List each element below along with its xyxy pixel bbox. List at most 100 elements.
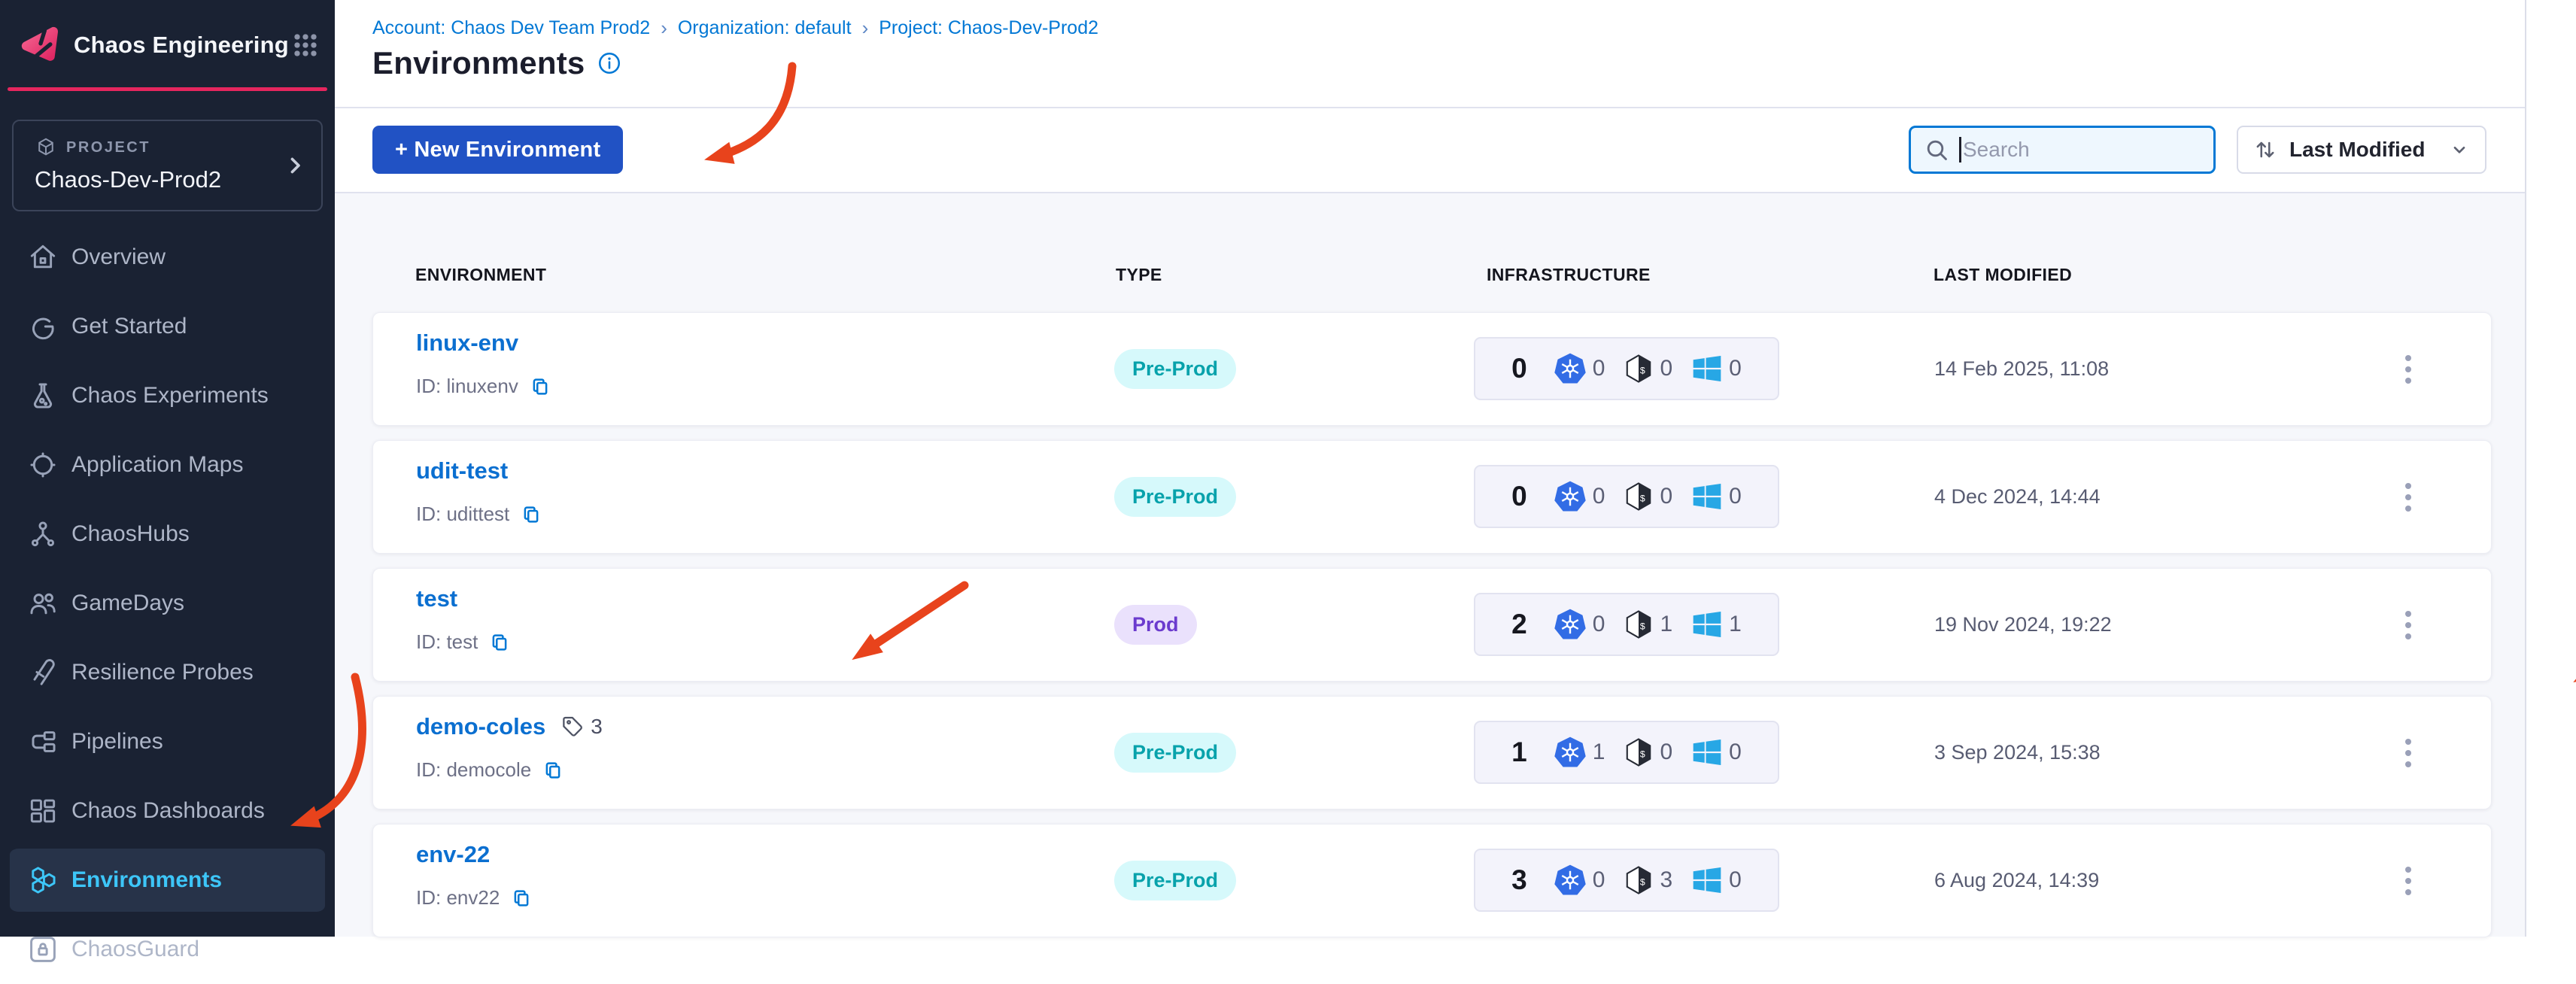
linux-vm-icon: $ [1623, 353, 1654, 384]
windows-icon [1690, 480, 1724, 513]
linux-vm-icon: $ [1623, 736, 1654, 768]
project-selector[interactable]: PROJECT Chaos-Dev-Prod2 [12, 120, 323, 211]
sidebar-item[interactable]: Chaos Experiments [10, 361, 325, 430]
kebab-menu-icon[interactable] [2393, 478, 2423, 517]
text-cursor [1959, 137, 1961, 162]
sidebar-item-label: GameDays [71, 591, 185, 615]
linux-vm-icon: $ [1623, 609, 1654, 640]
environment-link[interactable]: linux-env [416, 330, 518, 357]
sidebar-item-label: Overview [71, 244, 166, 269]
windows-icon [1690, 736, 1724, 769]
sidebar-item-label: Pipelines [71, 729, 163, 754]
windows-count: 1 [1729, 612, 1742, 636]
new-environment-button[interactable]: + New Environment [372, 126, 624, 174]
kebab-menu-icon[interactable] [2393, 733, 2423, 773]
sidebar-item[interactable]: Resilience Probes [10, 638, 325, 707]
svg-text:$: $ [1640, 493, 1645, 503]
environment-row: env-22 ID: env22 Pre-Prod 3 0 $ 3 0 6 Au… [372, 824, 2492, 937]
project-name: Chaos-Dev-Prod2 [35, 166, 222, 193]
sidebar-item-icon [26, 864, 59, 897]
svg-text:$: $ [1640, 876, 1645, 887]
sidebar-item-icon [26, 725, 59, 758]
sidebar-item-icon [26, 933, 59, 966]
copy-icon[interactable] [542, 759, 564, 782]
chevron-down-icon [2447, 138, 2471, 162]
sidebar-item[interactable]: Application Maps [10, 430, 325, 500]
search-input[interactable]: Search [1909, 126, 2216, 174]
page-header: Account: Chaos Dev Team Prod2 › Organiza… [335, 0, 2576, 108]
kubernetes-icon [1553, 479, 1587, 514]
environment-id: ID: democole [416, 758, 532, 781]
column-last-modified: LAST MODIFIED [1934, 265, 2073, 284]
environment-row: demo-coles 3 ID: democole Pre-Prod 1 1 $… [372, 696, 2492, 809]
sidebar-item-label: Application Maps [71, 452, 244, 477]
sort-selected-value: Last Modified [2289, 138, 2426, 161]
linux-count: 0 [1660, 740, 1673, 764]
infrastructure-total: 3 [1511, 864, 1527, 895]
breadcrumb-project[interactable]: Project: Chaos-Dev-Prod2 [879, 17, 1098, 39]
kebab-menu-icon[interactable] [2393, 350, 2423, 389]
kebab-menu-icon[interactable] [2393, 861, 2423, 900]
copy-icon[interactable] [529, 375, 551, 398]
sidebar-item-icon [26, 448, 59, 481]
sidebar-item[interactable]: ChaosGuard [10, 915, 325, 984]
kubernetes-count: 0 [1592, 612, 1605, 636]
last-modified: 4 Dec 2024, 14:44 [1934, 485, 2101, 508]
sidebar-item[interactable]: ChaosHubs [10, 500, 325, 569]
tag-count: 3 [591, 715, 603, 738]
windows-count: 0 [1729, 740, 1742, 764]
svg-text:$: $ [1640, 365, 1645, 375]
apps-grid-icon[interactable] [289, 29, 322, 62]
sidebar-item-label: Environments [71, 867, 223, 892]
cube-icon [35, 136, 57, 159]
infrastructure-total: 2 [1511, 609, 1527, 639]
sort-dropdown[interactable]: Last Modified [2237, 126, 2486, 174]
sidebar-item-icon [26, 518, 59, 551]
environment-row: udit-test ID: udittest Pre-Prod 0 0 $ 0 … [372, 440, 2492, 554]
infrastructure-summary: 2 0 $ 1 1 [1474, 593, 1779, 656]
last-modified: 6 Aug 2024, 14:39 [1934, 869, 2100, 891]
sort-arrows-icon [2252, 136, 2279, 163]
sidebar-item-label: Chaos Dashboards [71, 798, 265, 823]
sidebar-item[interactable]: Environments [10, 846, 325, 915]
environment-id: ID: udittest [416, 503, 510, 525]
breadcrumb-organization[interactable]: Organization: default [678, 17, 852, 39]
environment-link[interactable]: udit-test [416, 457, 508, 484]
breadcrumb-separator-icon: › [861, 17, 869, 39]
sidebar-item[interactable]: Pipelines [10, 707, 325, 776]
environments-table: ENVIRONMENT TYPE INFRASTRUCTURE LAST MOD… [335, 193, 2525, 937]
column-type: TYPE [1116, 265, 1162, 284]
linux-vm-icon: $ [1623, 864, 1654, 896]
last-modified: 3 Sep 2024, 15:38 [1934, 741, 2101, 764]
sidebar-item[interactable]: Get Started [10, 292, 325, 361]
sidebar-item-icon [26, 379, 59, 412]
environment-row: test ID: test Prod 2 0 $ 1 1 19 Nov 2024… [372, 568, 2492, 682]
windows-count: 0 [1729, 484, 1742, 509]
app-root: Chaos Engineering PROJECT Chaos-Dev-Prod… [0, 0, 2576, 962]
table-rows: linux-env ID: linuxenv Pre-Prod 0 0 $ 0 … [372, 312, 2492, 952]
breadcrumb-account[interactable]: Account: Chaos Dev Team Prod2 [372, 17, 650, 39]
infrastructure-summary: 0 0 $ 0 0 [1474, 337, 1779, 400]
environment-type-badge: Prod [1114, 605, 1197, 645]
copy-icon[interactable] [510, 887, 533, 910]
sidebar-item[interactable]: Overview [10, 223, 325, 292]
copy-icon[interactable] [488, 631, 511, 654]
info-icon[interactable] [597, 50, 622, 76]
sidebar: Chaos Engineering PROJECT Chaos-Dev-Prod… [0, 0, 335, 962]
environment-link[interactable]: env-22 [416, 841, 490, 868]
linux-count: 1 [1660, 612, 1673, 636]
sidebar-item-icon [26, 656, 59, 689]
sidebar-item[interactable]: GameDays [10, 569, 325, 638]
sidebar-item[interactable]: Chaos Dashboards [10, 776, 325, 846]
linux-vm-icon: $ [1623, 481, 1654, 512]
infrastructure-summary: 1 1 $ 0 0 [1474, 721, 1779, 784]
environment-link[interactable]: test [416, 585, 457, 612]
kubernetes-icon [1553, 607, 1587, 642]
environment-id: ID: env22 [416, 886, 500, 909]
copy-icon[interactable] [520, 503, 542, 526]
kebab-menu-icon[interactable] [2393, 606, 2423, 645]
environment-type-badge: Pre-Prod [1114, 477, 1237, 517]
environment-link[interactable]: demo-coles [416, 713, 545, 740]
last-modified: 14 Feb 2025, 11:08 [1934, 357, 2110, 380]
windows-count: 0 [1729, 356, 1742, 381]
